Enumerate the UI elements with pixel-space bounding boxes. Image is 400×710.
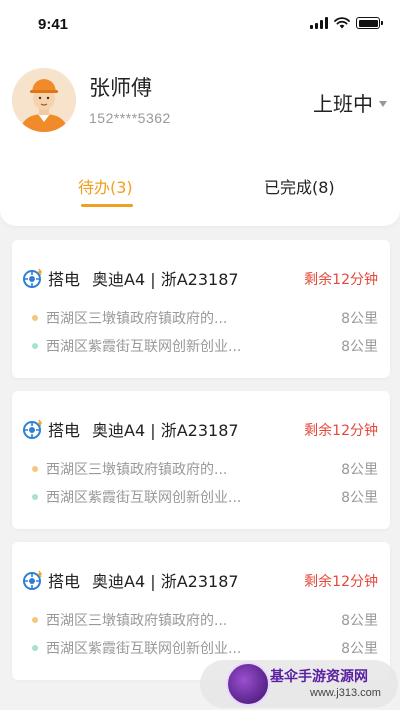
user-phone: 152****5362 <box>89 110 171 126</box>
watermark-title: 基伞手游资源网 <box>270 669 368 685</box>
origin-distance: 8公里 <box>341 613 378 629</box>
origin-row: 西湖区三墩镇政府镇政府的... 8公里 <box>32 610 378 630</box>
destination-row: 西湖区紫霞街互联网创新创业... 8公里 <box>32 336 378 356</box>
watermark: 基伞手游资源网 www.j313.com <box>200 660 398 708</box>
origin-dot-icon <box>32 617 38 623</box>
destination-row: 西湖区紫霞街互联网创新创业... 8公里 <box>32 638 378 658</box>
caret-down-icon <box>379 100 387 107</box>
tab-completed[interactable]: 已完成(8) <box>264 174 335 198</box>
destination-row: 西湖区紫霞街互联网创新创业... 8公里 <box>32 487 378 507</box>
tab-pending[interactable]: 待办(3) <box>78 174 133 198</box>
task-type: 搭电 <box>48 572 81 591</box>
avatar[interactable] <box>12 68 76 132</box>
active-tab-indicator <box>81 204 133 207</box>
status-icons <box>310 17 383 29</box>
origin-address: 西湖区三墩镇政府镇政府的... <box>46 613 228 629</box>
status-time: 9:41 <box>38 16 69 33</box>
watermark-logo-icon <box>226 662 270 706</box>
battery-icon <box>356 17 383 29</box>
origin-dot-icon <box>32 315 38 321</box>
car-info: 奥迪A4 | 浙A23187 <box>92 421 239 440</box>
worker-avatar-icon <box>12 68 76 132</box>
origin-distance: 8公里 <box>341 311 378 327</box>
origin-row: 西湖区三墩镇政府镇政府的... 8公里 <box>32 308 378 328</box>
work-status-label: 上班中 <box>313 92 373 116</box>
task-card[interactable]: 搭电 奥迪A4 | 浙A23187 剩余12分钟 西湖区三墩镇政府镇政府的...… <box>12 240 390 378</box>
destination-dot-icon <box>32 494 38 500</box>
origin-row: 西湖区三墩镇政府镇政府的... 8公里 <box>32 459 378 479</box>
destination-address: 西湖区紫霞街互联网创新创业... <box>46 339 242 355</box>
jump-start-icon <box>23 419 43 439</box>
user-name: 张师傅 <box>89 76 152 100</box>
jump-start-icon <box>23 268 43 288</box>
task-card[interactable]: 搭电 奥迪A4 | 浙A23187 剩余12分钟 西湖区三墩镇政府镇政府的...… <box>12 391 390 529</box>
destination-dot-icon <box>32 343 38 349</box>
destination-distance: 8公里 <box>341 490 378 506</box>
task-type: 搭电 <box>48 270 81 289</box>
origin-address: 西湖区三墩镇政府镇政府的... <box>46 311 228 327</box>
task-type: 搭电 <box>48 421 81 440</box>
destination-dot-icon <box>32 645 38 651</box>
watermark-url: www.j313.com <box>310 687 381 699</box>
time-remaining: 剩余12分钟 <box>304 574 378 590</box>
time-remaining: 剩余12分钟 <box>304 272 378 288</box>
wifi-icon <box>334 17 350 29</box>
origin-address: 西湖区三墩镇政府镇政府的... <box>46 462 228 478</box>
time-remaining: 剩余12分钟 <box>304 423 378 439</box>
origin-dot-icon <box>32 466 38 472</box>
destination-distance: 8公里 <box>341 339 378 355</box>
status-bar: 9:41 <box>0 0 400 52</box>
destination-address: 西湖区紫霞街互联网创新创业... <box>46 641 242 657</box>
car-info: 奥迪A4 | 浙A23187 <box>92 270 239 289</box>
origin-distance: 8公里 <box>341 462 378 478</box>
destination-distance: 8公里 <box>341 641 378 657</box>
jump-start-icon <box>23 570 43 590</box>
car-info: 奥迪A4 | 浙A23187 <box>92 572 239 591</box>
signal-icon <box>310 17 328 29</box>
work-status-dropdown[interactable]: 上班中 <box>313 88 387 117</box>
destination-address: 西湖区紫霞街互联网创新创业... <box>46 490 242 506</box>
